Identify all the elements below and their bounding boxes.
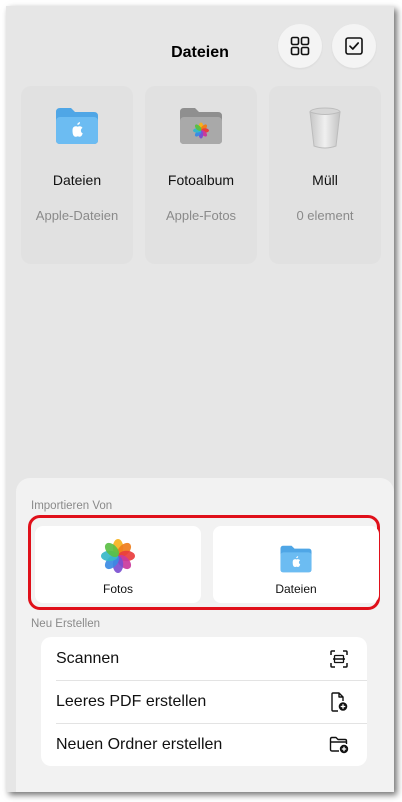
app-screen: Dateien Dateien Apple-Dateien Fotoalbum … bbox=[6, 6, 394, 792]
card-subtitle: Apple-Dateien bbox=[35, 208, 119, 223]
create-folder-button[interactable]: Neuen Ordner erstellen bbox=[41, 723, 367, 766]
card-title: Dateien bbox=[52, 172, 102, 188]
import-fotos-button[interactable]: Fotos bbox=[35, 526, 201, 603]
scan-label: Scannen bbox=[56, 649, 120, 667]
card-title: Fotoalbum bbox=[167, 172, 235, 188]
scan-icon bbox=[329, 649, 349, 669]
card-subtitle: 0 element bbox=[296, 208, 354, 223]
create-folder-label: Neuen Ordner erstellen bbox=[56, 735, 223, 753]
card-muell[interactable]: Müll 0 element bbox=[269, 86, 381, 264]
photo-album-folder-icon bbox=[180, 108, 222, 144]
blue-folder-icon bbox=[280, 545, 312, 573]
create-pdf-button[interactable]: Leeres PDF erstellen bbox=[41, 680, 367, 723]
create-list: Scannen Leeres PDF erstellen Neuen Ordne… bbox=[41, 637, 367, 766]
photos-app-icon bbox=[101, 539, 135, 573]
action-sheet: Importieren Von Fotos Dateien Neu Erstel… bbox=[16, 478, 394, 792]
card-subtitle: Apple-Fotos bbox=[165, 208, 237, 223]
import-section-label: Importieren Von bbox=[31, 500, 113, 512]
import-dateien-label: Dateien bbox=[275, 582, 317, 596]
import-fotos-label: Fotos bbox=[102, 582, 133, 596]
grid-view-button[interactable] bbox=[278, 24, 322, 68]
create-section-label: Neu Erstellen bbox=[31, 618, 101, 630]
checkbox-icon bbox=[345, 37, 363, 55]
trash-can-icon bbox=[309, 107, 341, 149]
card-title: Müll bbox=[312, 172, 338, 188]
card-fotoalbum[interactable]: Fotoalbum Apple-Fotos bbox=[145, 86, 257, 264]
new-document-icon bbox=[329, 692, 349, 712]
create-pdf-label: Leeres PDF erstellen bbox=[56, 692, 207, 710]
new-folder-icon bbox=[329, 735, 349, 755]
blue-folder-icon bbox=[56, 108, 98, 144]
location-cards: Dateien Apple-Dateien Fotoalbum Apple-Fo… bbox=[21, 86, 382, 264]
select-button[interactable] bbox=[332, 24, 376, 68]
import-dateien-button[interactable]: Dateien bbox=[213, 526, 379, 603]
card-dateien[interactable]: Dateien Apple-Dateien bbox=[21, 86, 133, 264]
scan-button[interactable]: Scannen bbox=[41, 637, 367, 680]
grid-icon bbox=[290, 36, 310, 56]
